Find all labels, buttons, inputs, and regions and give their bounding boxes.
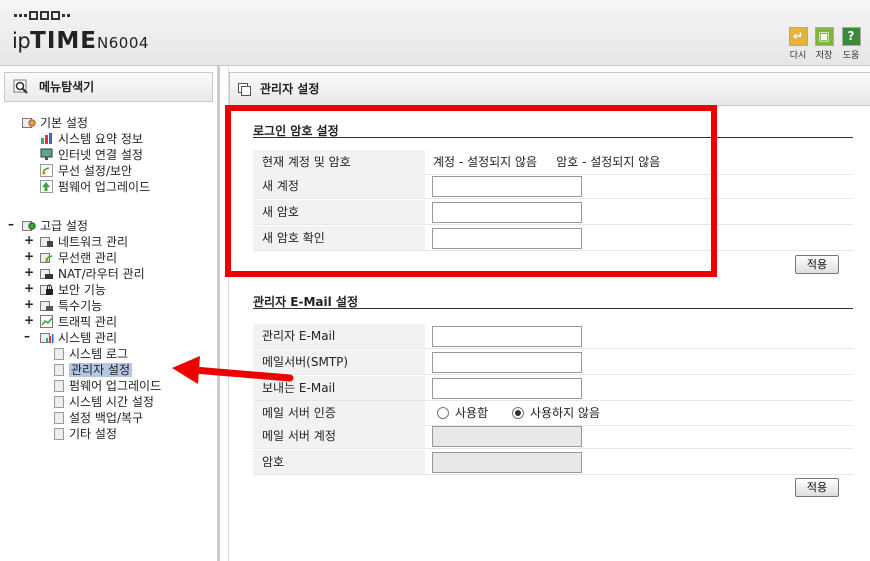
- expand-traffic-toggle[interactable]: +: [24, 313, 34, 327]
- expand-special-toggle[interactable]: +: [24, 297, 34, 311]
- mail-password-row: 암호: [253, 450, 853, 475]
- current-account-row: 현재 계정 및 암호 계정 - 설정되지 않음 암호 - 설정되지 않음: [253, 150, 853, 175]
- lock-icon: [40, 284, 53, 295]
- auth-not-use-radio[interactable]: 사용하지 않음: [511, 401, 600, 425]
- tree-basic-settings[interactable]: 기본 설정: [22, 116, 88, 131]
- login-apply-button[interactable]: 적용: [795, 255, 839, 274]
- new-password-input[interactable]: [432, 202, 582, 223]
- menu-explorer-title: 메뉴탐색기: [39, 80, 95, 94]
- page-icon: [54, 364, 64, 376]
- system-chart-icon: [40, 333, 54, 343]
- page-icon: [54, 380, 64, 392]
- folder-gear-icon: [22, 118, 36, 128]
- page-icon: [54, 412, 64, 424]
- sender-email-row: 보내는 E-Mail: [253, 376, 853, 401]
- admin-email-row: 관리자 E-Mail: [253, 324, 853, 349]
- mail-server-account-input[interactable]: [432, 426, 582, 447]
- mail-auth-label: 메일 서버 인증: [253, 401, 425, 425]
- confirm-password-input[interactable]: [432, 228, 582, 249]
- tree-item-system-management[interactable]: 시스템 관리: [40, 331, 117, 346]
- smtp-input[interactable]: [432, 352, 582, 373]
- current-account-value: 계정 - 설정되지 않음 암호 - 설정되지 않음: [433, 155, 661, 169]
- red-arrow-icon: [172, 356, 294, 384]
- expand-security-toggle[interactable]: +: [24, 281, 34, 295]
- tree-item-network[interactable]: 네트워크 관리: [40, 235, 128, 250]
- top-header: ipTIMEN6004 ↵ 다시 ▣ 저장 ? 도움: [0, 0, 870, 66]
- admin-email-input[interactable]: [432, 326, 582, 347]
- tree-item-system-summary[interactable]: 시스템 요약 정보: [40, 132, 143, 147]
- tree-item-misc-settings[interactable]: 기타 설정: [54, 427, 117, 442]
- sender-email-input[interactable]: [432, 378, 582, 399]
- main-content: 관리자 설정 로그인 암호 설정 현재 계정 및 암호 계정 - 설정되지 않음…: [228, 66, 870, 561]
- router-icon: [40, 269, 53, 279]
- expand-nat-toggle[interactable]: +: [24, 265, 34, 279]
- tree-item-security[interactable]: 보안 기능: [40, 283, 106, 298]
- monitor-icon: [40, 148, 53, 160]
- tree-item-wlan[interactable]: 무선랜 관리: [40, 251, 117, 266]
- current-account-label: 현재 계정 및 암호: [253, 150, 425, 174]
- wireless-icon: [40, 164, 53, 177]
- logo-dots: [14, 11, 70, 20]
- upgrade-icon: [40, 180, 53, 193]
- confirm-password-row: 새 암호 확인: [253, 226, 853, 251]
- undo-button[interactable]: ↵ 다시: [786, 27, 810, 61]
- logo: ipTIMEN6004: [12, 28, 149, 54]
- magnifier-icon: [13, 79, 28, 94]
- tree-item-backup-restore[interactable]: 설정 백업/복구: [54, 411, 143, 426]
- folder-gear-icon: [22, 221, 36, 231]
- section-divider: [253, 137, 853, 138]
- page-icon: [54, 396, 64, 408]
- mail-auth-options: 사용함 사용하지 않음: [437, 401, 620, 425]
- save-button[interactable]: ▣ 저장: [812, 27, 836, 61]
- tree-advanced-settings[interactable]: 고급 설정: [22, 219, 88, 234]
- new-account-input[interactable]: [432, 176, 582, 197]
- tree-item-system-time[interactable]: 시스템 시간 설정: [54, 395, 154, 410]
- tree-item-special[interactable]: 특수기능: [40, 299, 102, 314]
- special-icon: [40, 301, 53, 311]
- mail-password-label: 암호: [253, 450, 425, 474]
- traffic-chart-icon: [40, 315, 53, 328]
- smtp-row: 메일서버(SMTP): [253, 350, 853, 375]
- new-password-label: 새 암호: [253, 200, 425, 224]
- mail-server-account-row: 메일 서버 계정: [253, 424, 853, 449]
- section-divider: [253, 308, 853, 309]
- new-password-row: 새 암호: [253, 200, 853, 225]
- main-header: 관리자 설정: [229, 72, 870, 106]
- help-button[interactable]: ? 도움: [839, 27, 863, 61]
- menu-explorer-header: 메뉴탐색기: [4, 72, 213, 102]
- mail-server-account-label: 메일 서버 계정: [253, 424, 425, 448]
- chart-icon: [41, 133, 52, 144]
- new-account-label: 새 계정: [253, 174, 425, 198]
- save-icon: ▣: [814, 27, 834, 46]
- confirm-password-label: 새 암호 확인: [253, 226, 425, 250]
- tree-item-system-log[interactable]: 시스템 로그: [54, 347, 128, 362]
- collapse-advanced-toggle[interactable]: –: [8, 217, 14, 231]
- page-icon: [54, 428, 64, 440]
- new-account-row: 새 계정: [253, 174, 853, 199]
- undo-icon: ↵: [788, 27, 808, 46]
- tree-item-internet-connection[interactable]: 인터넷 연결 설정: [40, 148, 143, 163]
- expand-wlan-toggle[interactable]: +: [24, 249, 34, 263]
- window-icon: [238, 83, 251, 96]
- tree-item-wireless-security[interactable]: 무선 설정/보안: [40, 164, 132, 179]
- collapse-system-toggle[interactable]: –: [24, 329, 30, 343]
- help-icon: ?: [841, 27, 861, 46]
- page-icon: [54, 348, 64, 360]
- mail-password-input[interactable]: [432, 452, 582, 473]
- auth-use-radio[interactable]: 사용함: [437, 401, 488, 425]
- tree-item-nat-router[interactable]: NAT/라우터 관리: [40, 267, 145, 282]
- tree-item-admin-settings[interactable]: 관리자 설정: [54, 363, 133, 378]
- network-icon: [40, 237, 53, 247]
- mail-auth-row: 메일 서버 인증 사용함 사용하지 않음: [253, 401, 853, 426]
- admin-email-label: 관리자 E-Mail: [253, 324, 425, 348]
- tree-item-firmware-upgrade-basic[interactable]: 펌웨어 업그레이드: [40, 180, 150, 195]
- page-title: 관리자 설정: [260, 82, 320, 96]
- tree-item-firmware-upgrade[interactable]: 펌웨어 업그레이드: [54, 379, 161, 394]
- menu-explorer-panel: 메뉴탐색기 기본 설정 시스템 요약 정보 인터넷 연결 설정 무선 설정/보안…: [0, 66, 220, 561]
- wireless-icon: [40, 253, 53, 263]
- tree-item-traffic[interactable]: 트래픽 관리: [40, 315, 117, 330]
- expand-network-toggle[interactable]: +: [24, 233, 34, 247]
- email-apply-button[interactable]: 적용: [795, 478, 839, 497]
